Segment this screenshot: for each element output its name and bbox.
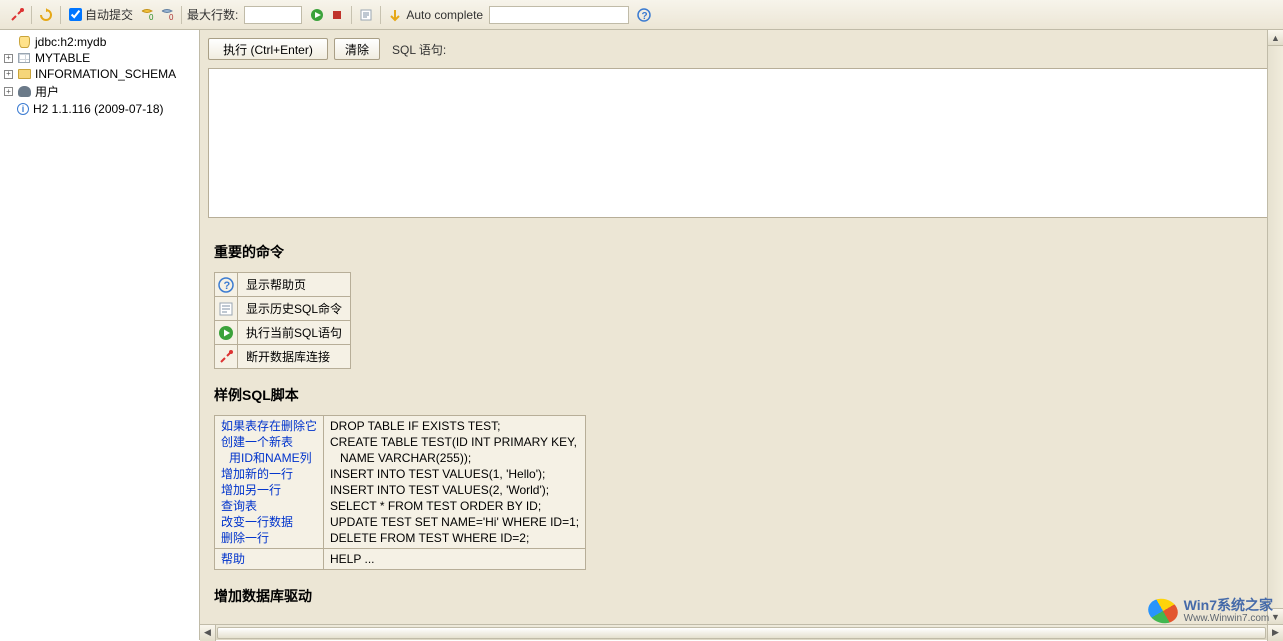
- tree-item-users[interactable]: + 用户: [4, 82, 195, 101]
- script-link[interactable]: 查询表: [221, 498, 317, 514]
- body-area: jdbc:h2:mydb + MYTABLE + INFORMATION_SCH…: [0, 30, 1283, 640]
- svg-text:0: 0: [149, 13, 154, 22]
- script-code-cell: DROP TABLE IF EXISTS TEST; CREATE TABLE …: [324, 416, 586, 549]
- run-icon[interactable]: [215, 321, 238, 345]
- add-driver-title: 增加数据库驱动: [214, 586, 1269, 606]
- help-icon[interactable]: ?: [215, 273, 238, 297]
- result-panel: 重要的命令 ? 显示帮助页 显示历史SQL命令: [200, 226, 1283, 640]
- max-rows-input[interactable]: [244, 6, 302, 24]
- run-icon[interactable]: [308, 6, 326, 24]
- refresh-icon[interactable]: [37, 6, 55, 24]
- command-label[interactable]: 显示历史SQL命令: [238, 297, 351, 321]
- tree-item-information-schema[interactable]: + INFORMATION_SCHEMA: [4, 66, 195, 82]
- script-link[interactable]: 增加新的一行: [221, 466, 317, 482]
- separator: [60, 6, 61, 24]
- autocomplete-icon[interactable]: [386, 6, 404, 24]
- max-rows-label: 最大行数:: [187, 6, 238, 23]
- disconnect-icon[interactable]: [8, 6, 26, 24]
- separator: [31, 6, 32, 24]
- tree-db-url: jdbc:h2:mydb: [35, 35, 106, 49]
- expander-icon[interactable]: +: [4, 70, 13, 79]
- command-label[interactable]: 断开数据库连接: [238, 345, 351, 369]
- script-link[interactable]: 增加另一行: [221, 482, 317, 498]
- auto-complete-input[interactable]: [489, 6, 629, 24]
- sql-statement-label: SQL 语句:: [392, 41, 446, 58]
- svg-text:?: ?: [224, 280, 231, 292]
- right-panel: 执行 (Ctrl+Enter) 清除 SQL 语句: 重要的命令 ? 显示帮助页: [200, 30, 1283, 640]
- table-row: 如果表存在删除它 创建一个新表 用ID和NAME列 增加新的一行 增加另一行 查…: [215, 416, 586, 549]
- tree-item-mytable[interactable]: + MYTABLE: [4, 50, 195, 66]
- script-link[interactable]: 删除一行: [221, 530, 317, 546]
- users-icon: [17, 85, 31, 99]
- table-row: ? 显示帮助页: [215, 273, 351, 297]
- script-links-cell: 帮助: [215, 549, 324, 570]
- table-icon: [17, 51, 31, 65]
- tree-db-root[interactable]: jdbc:h2:mydb: [4, 34, 195, 50]
- command-label[interactable]: 显示帮助页: [238, 273, 351, 297]
- script-links-cell: 如果表存在删除它 创建一个新表 用ID和NAME列 增加新的一行 增加另一行 查…: [215, 416, 324, 549]
- vertical-scrollbar[interactable]: ▲ ▼: [1267, 30, 1283, 624]
- script-link[interactable]: 改变一行数据: [221, 514, 317, 530]
- commit-icon[interactable]: 0: [138, 6, 156, 24]
- toolbar: 自动提交 0 0 最大行数: Auto complete ?: [0, 0, 1283, 30]
- rollback-icon[interactable]: 0: [158, 6, 176, 24]
- tree-panel: jdbc:h2:mydb + MYTABLE + INFORMATION_SCH…: [0, 30, 200, 640]
- history-icon[interactable]: [215, 297, 238, 321]
- auto-submit-label: 自动提交: [85, 6, 133, 23]
- help-icon[interactable]: ?: [635, 6, 653, 24]
- scroll-thumb[interactable]: [217, 627, 1266, 639]
- tree-label: INFORMATION_SCHEMA: [35, 67, 176, 81]
- script-code-cell: HELP ...: [324, 549, 586, 570]
- sql-editor[interactable]: [208, 68, 1275, 218]
- run-button[interactable]: 执行 (Ctrl+Enter): [208, 38, 328, 60]
- scroll-down-icon[interactable]: ▼: [1268, 608, 1283, 624]
- folder-icon: [17, 67, 31, 81]
- tree-label: 用户: [35, 83, 59, 100]
- table-row: 帮助 HELP ...: [215, 549, 586, 570]
- clear-button[interactable]: 清除: [334, 38, 380, 60]
- table-row: 显示历史SQL命令: [215, 297, 351, 321]
- script-link[interactable]: 如果表存在删除它: [221, 418, 317, 434]
- table-row: 断开数据库连接: [215, 345, 351, 369]
- separator: [351, 6, 352, 24]
- info-icon: i: [17, 103, 29, 115]
- scroll-right-icon[interactable]: ▶: [1267, 625, 1283, 641]
- splitter[interactable]: [200, 218, 1283, 226]
- scroll-left-icon[interactable]: ◀: [200, 625, 216, 641]
- important-commands-title: 重要的命令: [214, 242, 1269, 262]
- table-row: 执行当前SQL语句: [215, 321, 351, 345]
- scripts-table: 如果表存在删除它 创建一个新表 用ID和NAME列 增加新的一行 增加另一行 查…: [214, 415, 586, 570]
- script-link[interactable]: 创建一个新表: [221, 434, 317, 450]
- auto-submit-checkbox[interactable]: 自动提交: [69, 6, 133, 23]
- disconnect-icon[interactable]: [215, 345, 238, 369]
- horizontal-scrollbar[interactable]: ◀ ▶: [200, 624, 1283, 640]
- auto-complete-label: Auto complete: [406, 8, 483, 22]
- scroll-up-icon[interactable]: ▲: [1268, 30, 1283, 46]
- command-label[interactable]: 执行当前SQL语句: [238, 321, 351, 345]
- svg-text:?: ?: [642, 11, 648, 22]
- sample-script-title: 样例SQL脚本: [214, 385, 1269, 405]
- expander-icon[interactable]: +: [4, 54, 13, 63]
- stop-icon[interactable]: [328, 6, 346, 24]
- database-icon: [17, 35, 31, 49]
- script-link[interactable]: 用ID和NAME列: [221, 450, 317, 466]
- expander-icon[interactable]: +: [4, 87, 13, 96]
- history-icon[interactable]: [357, 6, 375, 24]
- separator: [380, 6, 381, 24]
- svg-text:0: 0: [169, 13, 174, 22]
- tree-version: i H2 1.1.116 (2009-07-18): [4, 101, 195, 117]
- query-bar: 执行 (Ctrl+Enter) 清除 SQL 语句:: [200, 30, 1283, 68]
- tree-version-label: H2 1.1.116 (2009-07-18): [33, 102, 164, 116]
- tree-label: MYTABLE: [35, 51, 90, 65]
- auto-submit-input[interactable]: [69, 8, 82, 21]
- script-link[interactable]: 帮助: [221, 551, 317, 567]
- commands-table: ? 显示帮助页 显示历史SQL命令 执行当前SQL语句: [214, 272, 351, 369]
- separator: [181, 6, 182, 24]
